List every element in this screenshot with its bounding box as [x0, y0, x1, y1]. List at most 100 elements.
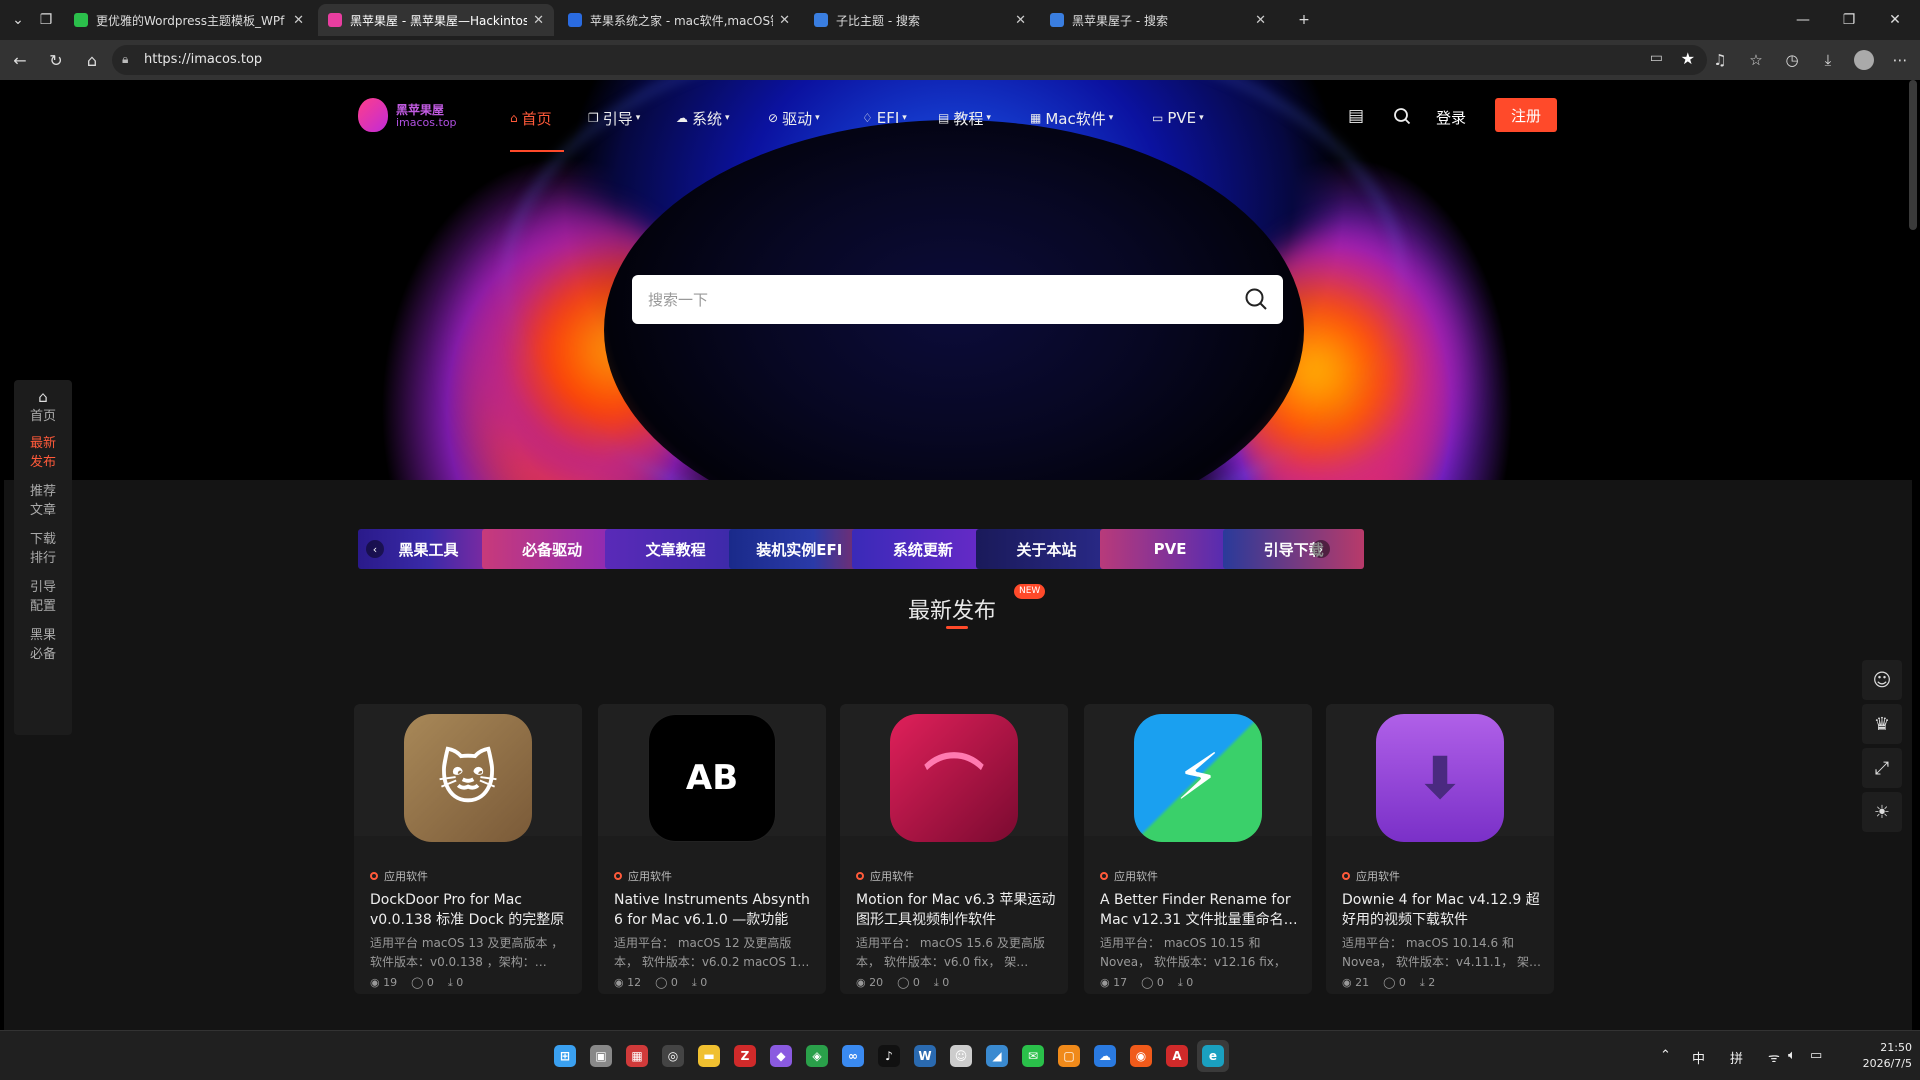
purple-app-icon[interactable]: ◆ — [765, 1040, 797, 1072]
input-method-chinese[interactable]: 中 — [1692, 1048, 1705, 1067]
volume-icon[interactable]: 🔈︎ — [1788, 1048, 1796, 1063]
quick-nav-item[interactable]: 黑果必备 — [14, 626, 72, 664]
browser-tab[interactable]: 子比主题 - 搜索 ✕ — [804, 4, 1036, 36]
input-method-pinyin[interactable]: 拼 — [1730, 1048, 1743, 1067]
refresh-icon[interactable]: ↻ — [44, 48, 68, 72]
cloud-app-icon[interactable]: ☁ — [1089, 1040, 1121, 1072]
wechat-icon[interactable]: ✉ — [1017, 1040, 1049, 1072]
nav-item-6[interactable]: ▦ Mac软件 ▾ — [1030, 107, 1113, 129]
extensions-icon[interactable]: ♫ — [1708, 48, 1732, 72]
tiktok-icon[interactable]: ♪ — [873, 1040, 905, 1072]
register-button[interactable]: 注册 — [1495, 98, 1557, 132]
battery-icon[interactable]: ▭ — [1810, 1048, 1822, 1063]
quick-nav-item[interactable]: 引导配置 — [14, 578, 72, 616]
post-category[interactable]: 应用软件 — [370, 868, 428, 884]
app-red-icon[interactable]: ▦ — [621, 1040, 653, 1072]
post-title[interactable]: Downie 4 for Mac v4.12.9 超好用的视频下载软件 — [1342, 890, 1542, 930]
browser-tab[interactable]: 苹果系统之家 - mac软件,macOS镜 ✕ — [558, 4, 800, 36]
firefox-icon[interactable]: ◉ — [1125, 1040, 1157, 1072]
theme-icon[interactable]: ☀ — [1862, 792, 1902, 832]
blue-app-icon[interactable]: ◢ — [981, 1040, 1013, 1072]
category-card[interactable]: 系统更新 — [852, 529, 994, 569]
acrobat-icon[interactable]: A — [1161, 1040, 1193, 1072]
quick-nav-item[interactable]: ⌂ 首页 — [14, 388, 72, 426]
post-category[interactable]: 应用软件 — [856, 868, 914, 884]
home-icon[interactable]: ⌂ — [80, 48, 104, 72]
carousel-next-icon[interactable]: › — [1312, 540, 1330, 558]
browser-tab[interactable]: 黑苹果屋子 - 搜索 ✕ — [1040, 4, 1276, 36]
reader-mode-icon[interactable]: ▭ — [1650, 50, 1663, 66]
tab-close-icon[interactable]: ✕ — [533, 13, 544, 28]
post-card[interactable]: 🐱︎ 应用软件 DockDoor Pro for Mac v0.0.138 标准 D… — [354, 704, 582, 994]
page-scrollbar[interactable] — [1909, 80, 1917, 230]
close-window-icon[interactable]: ✕ — [1872, 0, 1918, 40]
favorite-star-icon[interactable]: ★ — [1681, 49, 1695, 68]
nav-item-0[interactable]: ⌂ 首页 — [510, 107, 552, 129]
category-card[interactable]: 文章教程 — [605, 529, 747, 569]
orange-app-icon[interactable]: ▢ — [1053, 1040, 1085, 1072]
post-card[interactable]: ⌒ 应用软件 Motion for Mac v6.3 苹果运动图形工具视频制作软件适… — [840, 704, 1068, 994]
tray-up-arrow-icon[interactable]: ⌃ — [1660, 1048, 1671, 1063]
post-category[interactable]: 应用软件 — [1100, 868, 1158, 884]
quick-nav-item[interactable]: 最新发布 — [14, 434, 72, 472]
tab-actions-icon[interactable]: ⌄ — [4, 8, 32, 32]
quick-nav-item[interactable]: 推荐文章 — [14, 482, 72, 520]
post-title[interactable]: A Better Finder Rename for Mac v12.31 文件… — [1100, 890, 1300, 930]
workspaces-icon[interactable]: ❐ — [32, 8, 60, 32]
avatar-app-icon[interactable]: ☺ — [945, 1040, 977, 1072]
restore-icon[interactable]: ❐ — [1826, 0, 1872, 40]
nav-item-5[interactable]: ▤ 教程 ▾ — [938, 107, 991, 129]
notebook-icon[interactable]: ▤ — [1344, 104, 1368, 128]
nav-item-7[interactable]: ▭ PVE ▾ — [1152, 107, 1204, 129]
search-icon[interactable] — [1390, 104, 1414, 128]
quick-nav-item[interactable]: 下载排行 — [14, 530, 72, 568]
search-submit-icon[interactable] — [1243, 286, 1269, 312]
category-card[interactable]: 装机实例EFI — [728, 529, 870, 569]
robot-icon[interactable]: ☺ — [1862, 660, 1902, 700]
carousel-prev-icon[interactable]: ‹ — [366, 540, 384, 558]
history-icon[interactable]: ◷ — [1780, 48, 1804, 72]
site-logo[interactable]: 黑苹果屋 imacos.top — [358, 98, 458, 134]
edge-icon[interactable]: e — [1197, 1040, 1229, 1072]
wifi-icon[interactable]: ᯤ — [1768, 1048, 1780, 1066]
post-card[interactable]: AB 应用软件 Native Instruments Absynth 6 for M… — [598, 704, 826, 994]
downloads-icon[interactable]: ⤓ — [1816, 48, 1840, 72]
green-shield-icon[interactable]: ◈ — [801, 1040, 833, 1072]
category-card[interactable]: 必备驱动 — [481, 529, 623, 569]
more-menu-icon[interactable]: ⋯ — [1888, 48, 1912, 72]
post-title[interactable]: Native Instruments Absynth 6 for Mac v6.… — [614, 890, 814, 930]
post-thumbnail[interactable]: 🐱︎ — [354, 704, 582, 842]
expand-icon[interactable]: ⤢ — [1862, 748, 1902, 788]
url-field[interactable]: 🔒︎ https://imacos.top ▭ ★ — [112, 45, 1707, 75]
post-thumbnail[interactable]: AB — [598, 704, 826, 842]
tab-close-icon[interactable]: ✕ — [779, 13, 790, 28]
favorites-icon[interactable]: ☆ — [1744, 48, 1768, 72]
crown-icon[interactable]: ♛ — [1862, 704, 1902, 744]
tab-close-icon[interactable]: ✕ — [1015, 13, 1026, 28]
post-card[interactable]: ⚡︎ 应用软件 A Better Finder Rename for Mac v12… — [1084, 704, 1312, 994]
wordpress-icon[interactable]: W — [909, 1040, 941, 1072]
post-category[interactable]: 应用软件 — [1342, 868, 1400, 884]
browser-tab[interactable]: 黑苹果屋 - 黑苹果屋—Hackintosh| ✕ — [318, 4, 554, 36]
post-title[interactable]: DockDoor Pro for Mac v0.0.138 标准 Dock 的完… — [370, 890, 570, 930]
baidu-netdisk-icon[interactable]: ∞ — [837, 1040, 869, 1072]
post-category[interactable]: 应用软件 — [614, 868, 672, 884]
browser-tab[interactable]: 更优雅的Wordpress主题模板_WPf ✕ — [64, 4, 314, 36]
tab-close-icon[interactable]: ✕ — [293, 13, 304, 28]
back-icon[interactable]: ← — [8, 48, 32, 72]
post-thumbnail[interactable]: ⚡︎ — [1084, 704, 1312, 842]
search-input[interactable] — [648, 287, 1208, 313]
nav-item-4[interactable]: ♢ EFI ▾ — [862, 107, 907, 129]
category-card[interactable]: PVE — [1099, 529, 1241, 569]
obs-icon[interactable]: ◎ — [657, 1040, 689, 1072]
post-title[interactable]: Motion for Mac v6.3 苹果运动图形工具视频制作软件 — [856, 890, 1056, 930]
file-explorer-icon[interactable]: ▬ — [693, 1040, 725, 1072]
task-view-icon[interactable]: ▣ — [585, 1040, 617, 1072]
post-thumbnail[interactable]: ⬇︎ — [1326, 704, 1554, 842]
post-thumbnail[interactable]: ⌒ — [840, 704, 1068, 842]
nav-item-1[interactable]: ❐ 引导 ▾ — [588, 107, 640, 129]
nav-item-3[interactable]: ⊘ 驱动 ▾ — [768, 107, 820, 129]
nav-item-2[interactable]: ☁ 系统 ▾ — [676, 107, 730, 129]
post-card[interactable]: ⬇︎ 应用软件 Downie 4 for Mac v4.12.9 超好用的视频下载软… — [1326, 704, 1554, 994]
login-link[interactable]: 登录 — [1436, 107, 1466, 128]
